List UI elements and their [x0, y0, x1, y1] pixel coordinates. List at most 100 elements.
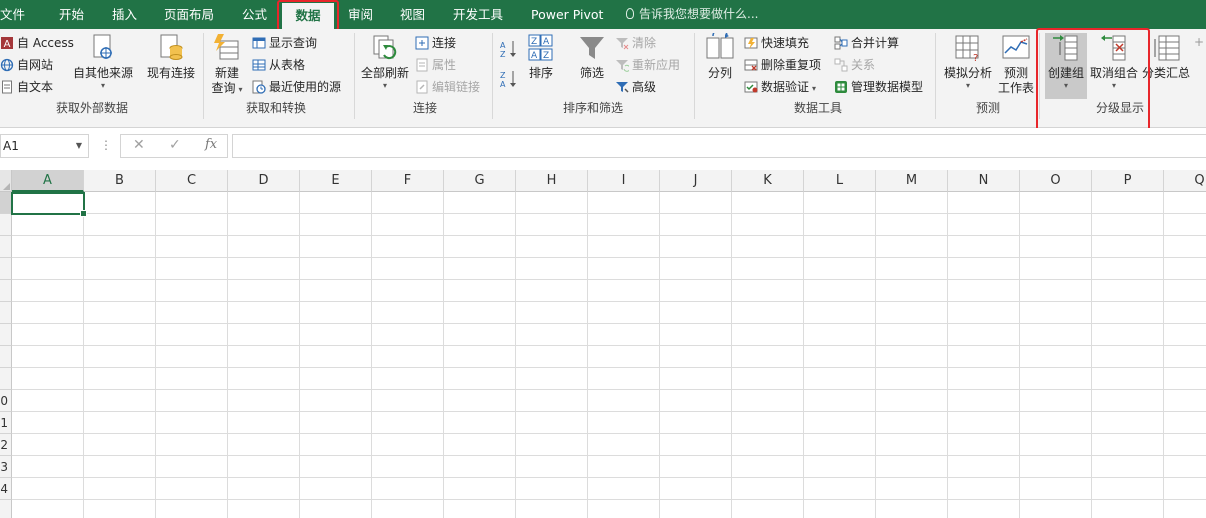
more-vertical-icon[interactable]: ⋮ — [100, 138, 112, 152]
tab-developer[interactable]: 开发工具 — [453, 0, 503, 29]
row-header[interactable] — [0, 258, 12, 280]
refresh-all-button[interactable]: 全部刷新 ▾ — [358, 33, 412, 91]
text-to-columns-button[interactable]: 分列 — [700, 33, 740, 81]
edit-links-button[interactable]: 编辑链接 — [415, 77, 480, 97]
show-queries-button[interactable]: 显示查询 — [252, 33, 317, 53]
connections-button[interactable]: 连接 — [415, 33, 456, 53]
select-all-button[interactable] — [0, 170, 12, 192]
recent-sources-button[interactable]: 最近使用的源 — [252, 77, 341, 97]
insert-function-icon[interactable]: fx — [205, 137, 217, 152]
column-header[interactable]: Q — [1164, 170, 1206, 192]
group-label-forecast: 预测 — [975, 101, 1000, 115]
column-header[interactable]: I — [588, 170, 660, 192]
manage-data-model-label: 管理数据模型 — [851, 80, 924, 94]
column-header[interactable]: A — [12, 170, 84, 192]
data-validation-button[interactable]: 数据验证 ▾ — [744, 77, 816, 97]
sort-button[interactable]: ZAAZ 排序 — [522, 33, 560, 81]
forecast-chart-icon — [1002, 35, 1030, 59]
column-header[interactable]: C — [156, 170, 228, 192]
relationships-label: 关系 — [851, 58, 876, 72]
consolidate-button[interactable]: 合并计算 — [834, 33, 899, 53]
svg-text:A: A — [4, 39, 11, 50]
column-header[interactable]: O — [1020, 170, 1092, 192]
consolidate-label: 合并计算 — [851, 36, 900, 50]
sort-z-to-a-button[interactable]: ZA — [499, 69, 519, 89]
flash-fill-icon — [744, 37, 758, 49]
from-other-sources-button[interactable]: 自其他来源 ▾ — [72, 33, 134, 91]
from-text-button[interactable]: 自文本 — [0, 77, 53, 97]
column-header[interactable]: D — [228, 170, 300, 192]
row-header[interactable] — [0, 324, 12, 346]
what-if-analysis-button[interactable]: ? 模拟分析 ▾ — [940, 33, 996, 91]
row-header[interactable]: 0 — [0, 390, 12, 412]
tab-home[interactable]: 开始 — [59, 0, 84, 29]
edit-links-label: 编辑链接 — [432, 80, 481, 94]
formula-input[interactable] — [232, 134, 1206, 158]
column-header[interactable]: F — [372, 170, 444, 192]
from-access-button[interactable]: A 自 Access — [0, 33, 74, 53]
row-header[interactable]: 3 — [0, 456, 12, 478]
column-header[interactable]: M — [876, 170, 948, 192]
row-header[interactable]: 2 — [0, 434, 12, 456]
access-icon: A — [1, 37, 13, 50]
svg-text:Z: Z — [531, 37, 537, 47]
formula-buttons: ✕ ✓ fx — [120, 134, 228, 158]
forecast-sheet-label: 预测 — [1003, 66, 1028, 80]
column-header[interactable]: J — [660, 170, 732, 192]
filter-button[interactable]: 筛选 — [574, 33, 610, 81]
remove-duplicates-button[interactable]: 删除重复项 — [744, 55, 821, 75]
worksheet-grid[interactable] — [12, 192, 1206, 518]
connections-icon — [415, 36, 429, 50]
name-box[interactable]: A1 ▼ — [0, 134, 89, 158]
tab-file[interactable]: 文件 — [0, 0, 25, 29]
group-label-external-data: 获取外部数据 — [55, 101, 128, 115]
tab-formulas[interactable]: 公式 — [242, 0, 267, 29]
column-header[interactable]: P — [1092, 170, 1164, 192]
advanced-filter-button[interactable]: 高级 — [615, 77, 656, 97]
row-header[interactable]: 1 — [0, 412, 12, 434]
reapply-button[interactable]: 重新应用 — [615, 55, 680, 75]
data-validation-icon — [744, 81, 758, 93]
cancel-icon[interactable]: ✕ — [133, 137, 145, 153]
active-cell[interactable] — [11, 192, 87, 217]
row-header[interactable] — [0, 302, 12, 324]
chevron-down-icon: ▼ — [75, 141, 82, 150]
row-header[interactable]: 4 — [0, 478, 12, 500]
tab-power-pivot[interactable]: Power Pivot — [531, 0, 603, 29]
new-query-button[interactable]: 新建 查询 ▾ — [206, 33, 248, 97]
svg-text:?: ? — [973, 53, 978, 63]
tab-insert[interactable]: 插入 — [112, 0, 137, 29]
tab-view[interactable]: 视图 — [400, 0, 425, 29]
row-header[interactable] — [0, 236, 12, 258]
flash-fill-button[interactable]: 快速填充 — [744, 33, 809, 53]
tab-page-layout[interactable]: 页面布局 — [164, 0, 214, 29]
properties-button[interactable]: 属性 — [415, 55, 456, 75]
existing-connections-button[interactable]: 现有连接 — [144, 33, 198, 81]
group-label-connections: 连接 — [412, 101, 437, 115]
from-table-button[interactable]: 从表格 — [252, 55, 305, 75]
forecast-sheet-button[interactable]: 预测 工作表 — [997, 33, 1035, 96]
column-header[interactable]: B — [84, 170, 156, 192]
column-header[interactable]: K — [732, 170, 804, 192]
from-web-button[interactable]: 自网站 — [0, 55, 53, 75]
column-header[interactable]: G — [444, 170, 516, 192]
column-header[interactable]: L — [804, 170, 876, 192]
tell-me-box[interactable]: 告诉我您想要做什么... — [626, 0, 758, 29]
more-outline-icon[interactable]: + — [1194, 35, 1204, 49]
column-header[interactable]: H — [516, 170, 588, 192]
row-header[interactable] — [0, 280, 12, 302]
enter-check-icon[interactable]: ✓ — [169, 137, 181, 153]
data-tab-highlight — [277, 0, 339, 31]
clear-filter-button[interactable]: 清除 — [615, 33, 656, 53]
column-header[interactable]: E — [300, 170, 372, 192]
sort-a-to-z-button[interactable]: AZ — [499, 39, 519, 59]
relationships-button[interactable]: 关系 — [834, 55, 875, 75]
row-header[interactable] — [0, 214, 12, 236]
tab-review[interactable]: 审阅 — [348, 0, 373, 29]
manage-data-model-button[interactable]: 管理数据模型 — [834, 77, 923, 97]
row-header[interactable] — [0, 500, 12, 518]
row-header[interactable] — [0, 346, 12, 368]
row-header[interactable] — [0, 368, 12, 390]
group-separator — [354, 33, 355, 119]
column-header[interactable]: N — [948, 170, 1020, 192]
